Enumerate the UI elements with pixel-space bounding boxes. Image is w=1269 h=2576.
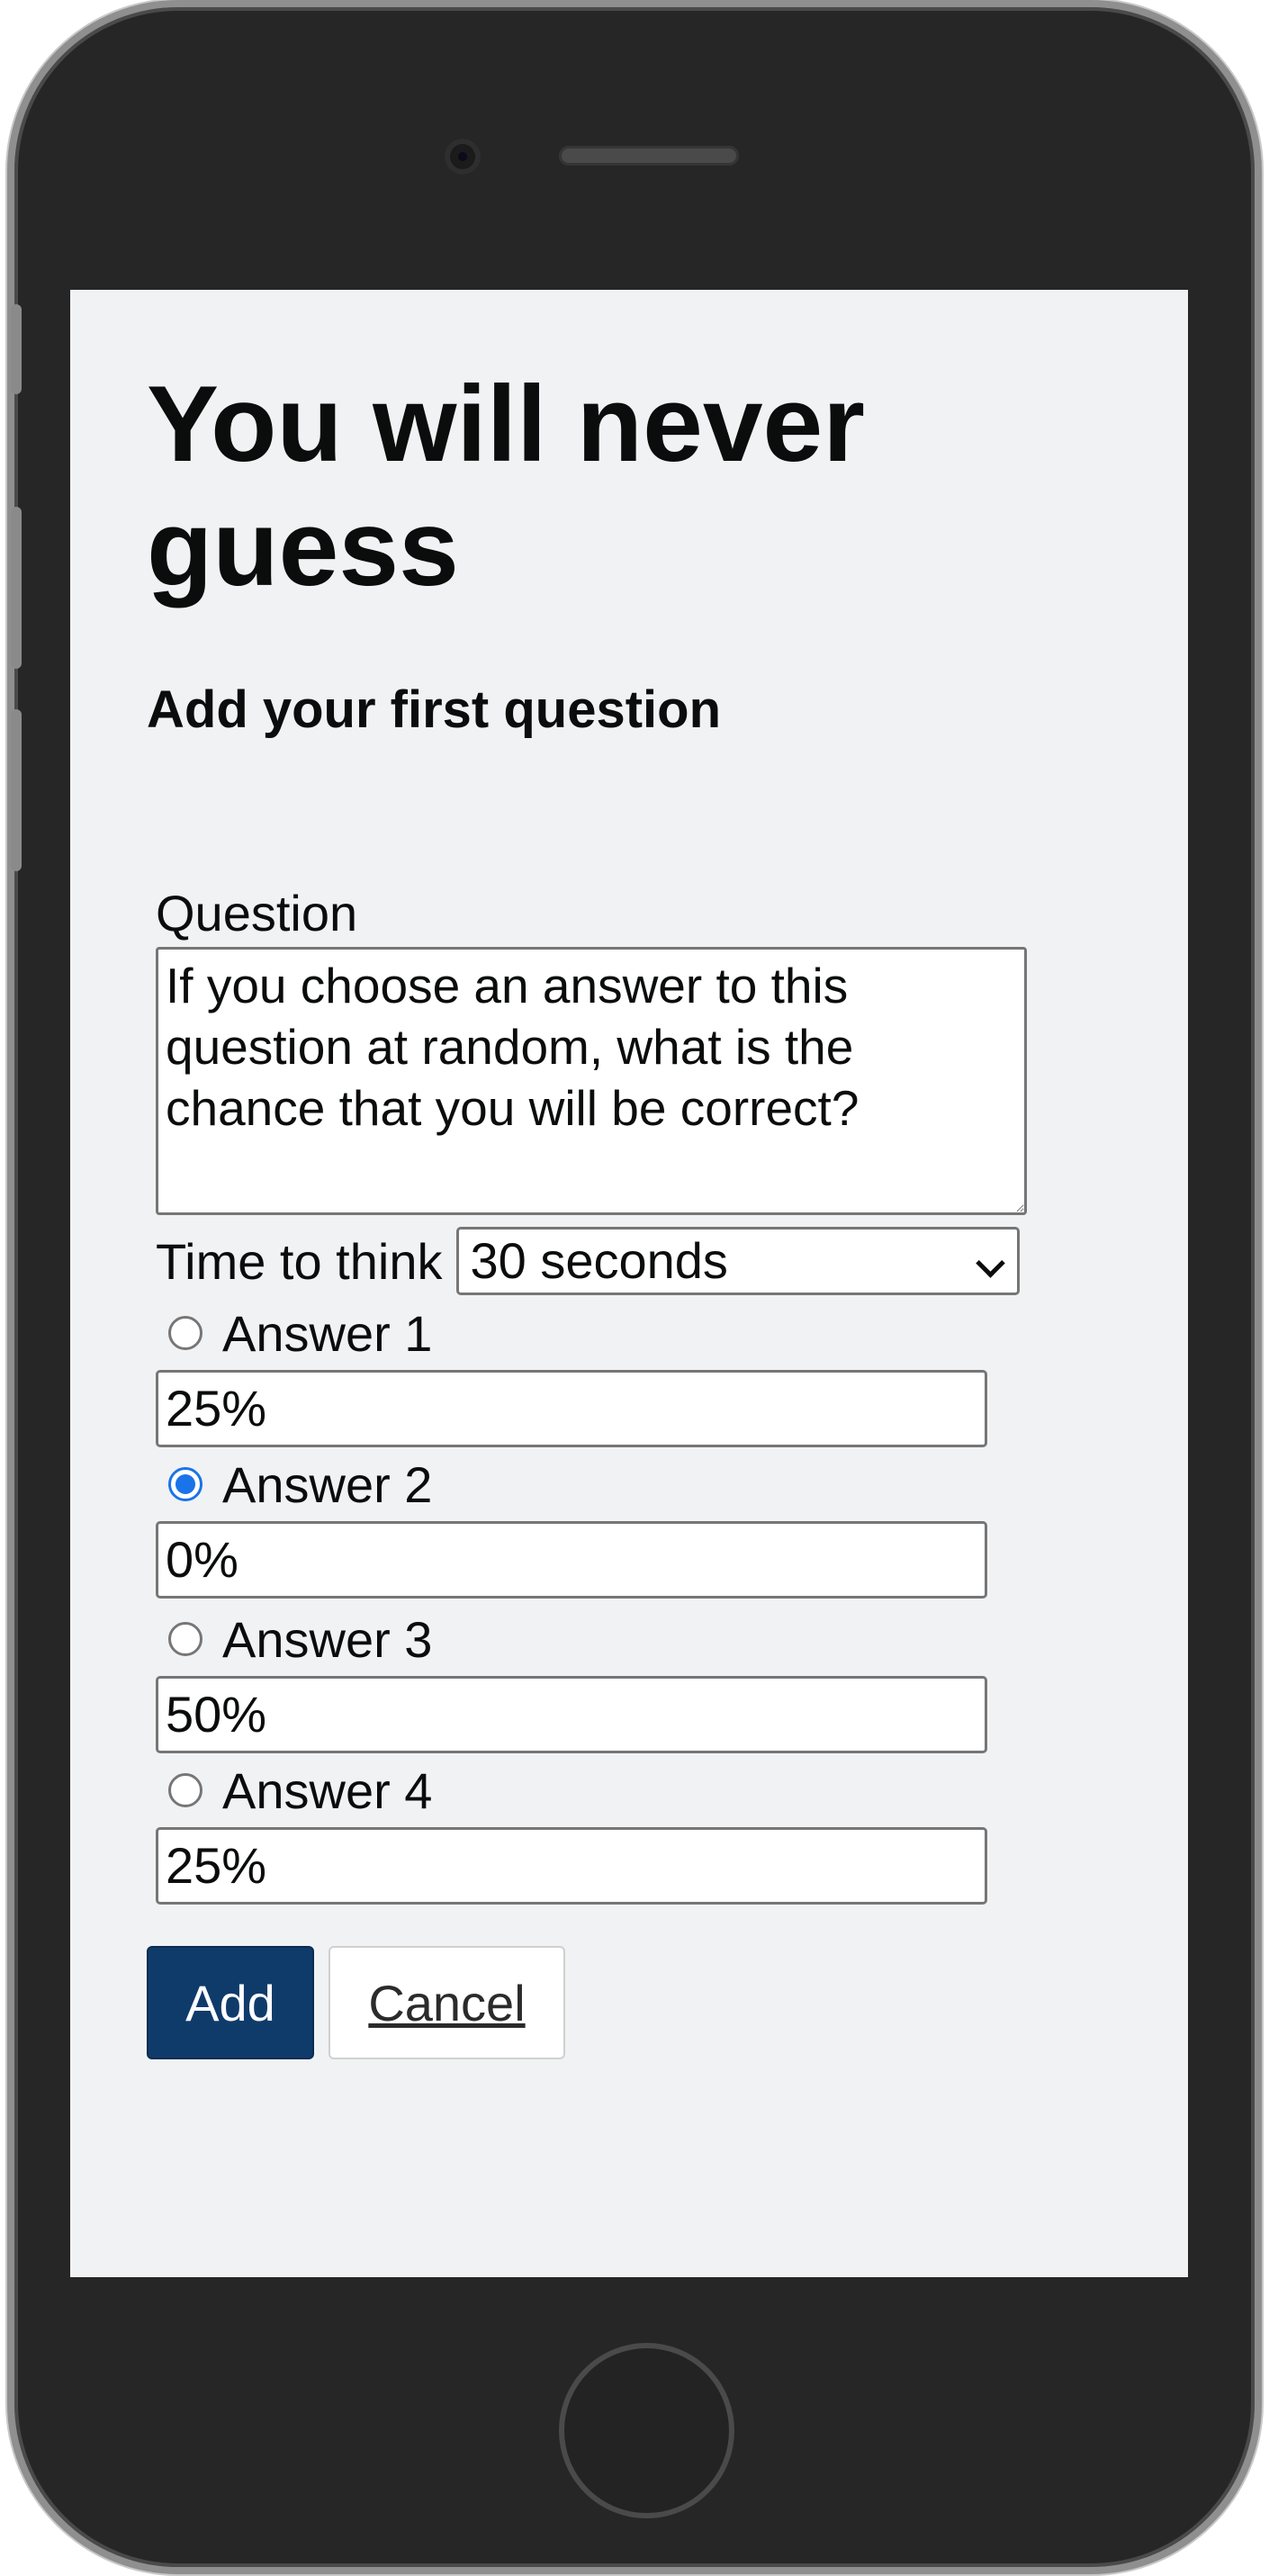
answer-3-radio[interactable] — [168, 1622, 202, 1656]
answer-1-row: Answer 1 — [156, 1296, 1056, 1370]
screen: You will never guess Add your first ques… — [70, 290, 1188, 2277]
form-buttons: Add Cancel — [147, 1946, 565, 2059]
question-form: Question If you choose an answer to this… — [156, 886, 1056, 1905]
volume-up-button — [11, 507, 22, 669]
earpiece-speaker — [559, 146, 739, 166]
answer-1-input[interactable]: 25% — [156, 1370, 987, 1447]
question-textarea[interactable]: If you choose an answer to this question… — [156, 947, 1027, 1215]
answer-2-input[interactable]: 0% — [156, 1521, 987, 1599]
answer-1-label: Answer 1 — [222, 1304, 433, 1362]
chevron-down-icon — [976, 1248, 1006, 1278]
answer-4-row: Answer 4 — [156, 1753, 1056, 1827]
time-selected-value: 30 seconds — [470, 1232, 728, 1289]
mute-switch — [11, 304, 22, 394]
answer-2-radio[interactable] — [168, 1467, 202, 1501]
add-button[interactable]: Add — [147, 1946, 314, 2059]
time-to-think-label: Time to think — [156, 1232, 443, 1290]
time-to-think-row: Time to think 30 seconds — [156, 1226, 1056, 1296]
answer-3-label: Answer 3 — [222, 1610, 433, 1668]
answer-3-input[interactable]: 50% — [156, 1676, 987, 1753]
volume-down-button — [11, 709, 22, 871]
time-to-think-select[interactable]: 30 seconds — [456, 1227, 1021, 1295]
home-button[interactable] — [559, 2343, 734, 2518]
answer-2-row: Answer 2 — [156, 1447, 1056, 1521]
answer-4-label: Answer 4 — [222, 1761, 433, 1819]
front-camera-icon — [445, 139, 481, 175]
answer-1-radio[interactable] — [168, 1316, 202, 1350]
question-label: Question — [156, 885, 358, 941]
cancel-button[interactable]: Cancel — [328, 1946, 565, 2059]
answer-4-input[interactable]: 25% — [156, 1827, 987, 1905]
answer-4-radio[interactable] — [168, 1773, 202, 1807]
page-subtitle: Add your first question — [147, 680, 721, 739]
answer-3-row: Answer 3 — [156, 1602, 1056, 1676]
main-content: You will never guess Add your first ques… — [147, 362, 1128, 740]
answer-2-label: Answer 2 — [222, 1455, 433, 1513]
page-title: You will never guess — [147, 364, 865, 608]
